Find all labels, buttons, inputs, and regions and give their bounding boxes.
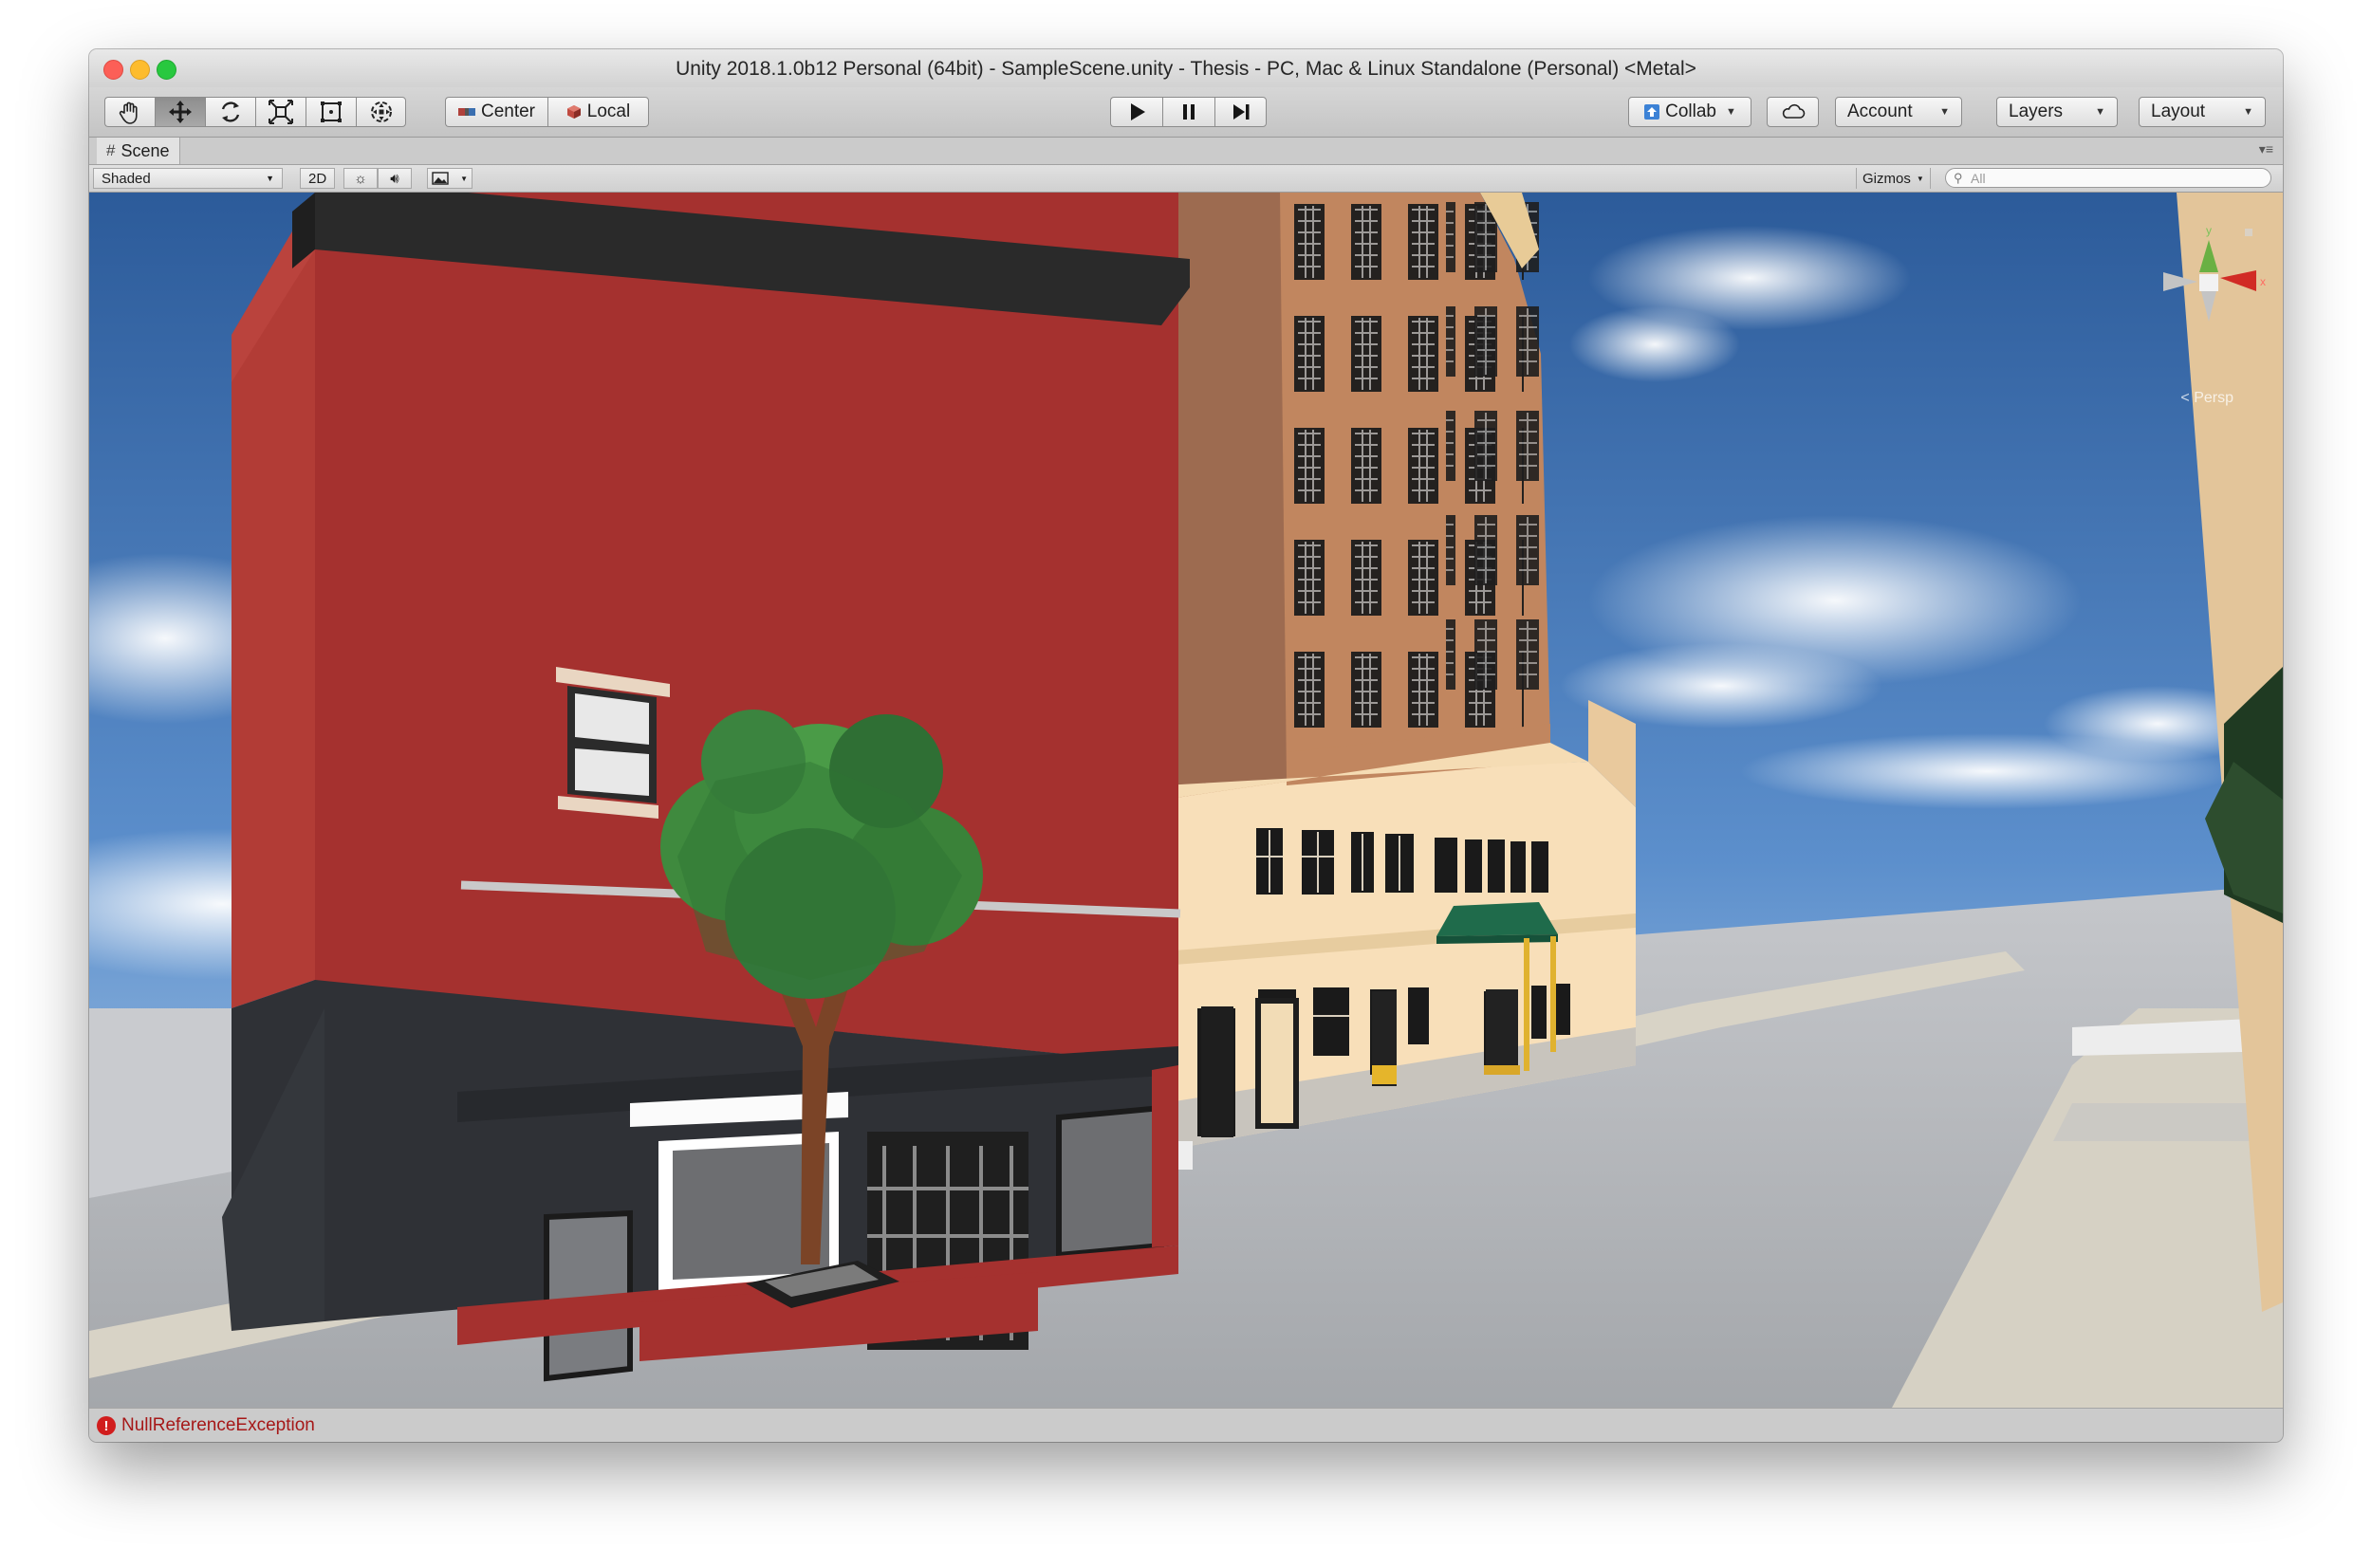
neg-y-axis-handle[interactable] (2201, 291, 2216, 322)
gizmo-lock-icon[interactable] (2245, 229, 2252, 236)
draw-mode-dropdown[interactable]: Shaded ▼ (93, 168, 283, 189)
playback-controls (1110, 97, 1267, 129)
layers-group: Layers ▼ (1996, 97, 2118, 129)
chevron-down-icon: ▼ (2095, 106, 2105, 118)
chevron-down-icon: ▼ (1939, 106, 1950, 118)
grid-hash-icon: # (106, 141, 116, 159)
hand-tool-button[interactable] (104, 97, 155, 127)
gizmo-y-label: y (2206, 224, 2212, 237)
transform-icon (370, 101, 392, 122)
scene-search-input[interactable]: ⚲ All (1945, 168, 2271, 188)
step-button[interactable] (1214, 97, 1267, 127)
scene-tab-label: Scene (120, 140, 170, 160)
tab-options-menu-icon[interactable]: ▾≡ (2259, 141, 2273, 157)
scene-tab-bar: # Scene ▾≡ (89, 138, 2283, 165)
hand-icon (119, 101, 138, 124)
window-title: Unity 2018.1.0b12 Personal (64bit) - Sam… (676, 58, 1696, 80)
toggle-2d-button[interactable]: 2D (300, 168, 336, 189)
scale-icon (269, 100, 293, 124)
move-arrows-icon (169, 101, 192, 123)
move-tool-button[interactable] (155, 97, 205, 127)
layout-label: Layout (2151, 101, 2206, 121)
gizmo-center-cube[interactable] (2199, 274, 2218, 291)
pivot-toggles: Center Local (445, 97, 649, 129)
play-icon (1131, 103, 1145, 120)
pivot-mode-button[interactable]: Center (445, 97, 547, 127)
pivot-rotation-label: Local (586, 101, 631, 121)
chevron-down-icon: ▼ (460, 174, 468, 183)
projection-text: Persp (2194, 390, 2233, 406)
scene-view-toolbar: Shaded ▼ 2D ☼ 🔊︎ ▼ Gizmos ▼ ⚲ All (89, 165, 2283, 193)
transform-tool-button[interactable] (356, 97, 406, 127)
account-dropdown[interactable]: Account ▼ (1835, 97, 1962, 127)
cloud-group (1767, 97, 1819, 129)
layers-dropdown[interactable]: Layers ▼ (1996, 97, 2118, 127)
search-placeholder: All (1971, 170, 1986, 186)
pivot-mode-label: Center (480, 101, 536, 121)
error-icon: ! (97, 1416, 116, 1435)
tab-scene[interactable]: # Scene (97, 138, 180, 164)
main-toolbar: Center Local Collab ▼ Account ▼ Layers ▼… (89, 87, 2283, 138)
scale-tool-button[interactable] (255, 97, 306, 127)
account-label: Account (1847, 101, 1913, 121)
chevron-down-icon: ▼ (1725, 106, 1736, 118)
unity-editor-window: Unity 2018.1.0b12 Personal (64bit) - Sam… (89, 49, 2283, 1442)
layout-dropdown[interactable]: Layout ▼ (2139, 97, 2266, 127)
speaker-icon: 🔊︎ (390, 170, 399, 187)
projection-label[interactable]: < Persp (2180, 390, 2233, 407)
console-error-message[interactable]: NullReferenceException (121, 1415, 315, 1436)
scene-viewport[interactable]: y x < Persp (89, 193, 2283, 1408)
layout-group: Layout ▼ (2139, 97, 2266, 129)
collab-dropdown[interactable]: Collab ▼ (1628, 97, 1751, 127)
rotate-icon (221, 101, 240, 122)
neg-x-axis-handle[interactable] (2163, 272, 2197, 291)
orientation-gizmo[interactable]: y x (2150, 200, 2273, 380)
rect-transform-icon (321, 101, 342, 122)
scene-audio-toggle[interactable]: 🔊︎ (378, 168, 412, 189)
scene-effects-dropdown[interactable]: ▼ (427, 168, 473, 189)
collab-icon (1644, 104, 1660, 120)
transform-tools (104, 97, 406, 129)
mode-2d-label: 2D (308, 170, 327, 187)
y-axis-handle[interactable] (2199, 240, 2218, 272)
scene-render (89, 193, 2283, 1408)
title-bar: Unity 2018.1.0b12 Personal (64bit) - Sam… (89, 49, 2283, 87)
chevron-down-icon: ▼ (2243, 106, 2253, 118)
account-group: Account ▼ (1835, 97, 1962, 129)
gizmos-dropdown[interactable]: Gizmos ▼ (1856, 168, 1931, 189)
cloud-icon (1782, 103, 1805, 119)
arrow-left-icon: < (2180, 390, 2190, 406)
search-icon: ⚲ (1954, 171, 1963, 185)
pivot-rotation-button[interactable]: Local (547, 97, 649, 127)
layers-label: Layers (2009, 101, 2064, 121)
chevron-down-icon: ▼ (266, 174, 274, 183)
local-cube-icon (566, 105, 581, 119)
cloud-services-button[interactable] (1767, 97, 1819, 127)
pivot-center-icon (457, 108, 475, 116)
x-axis-handle[interactable] (2220, 270, 2256, 291)
collab-label: Collab (1665, 101, 1716, 121)
gizmo-x-label: x (2260, 275, 2266, 288)
sun-icon: ☼ (354, 170, 367, 187)
status-bar[interactable]: ! NullReferenceException (89, 1408, 2283, 1442)
draw-mode-label: Shaded (102, 170, 151, 187)
rotate-tool-button[interactable] (205, 97, 255, 127)
scene-lighting-toggle[interactable]: ☼ (343, 168, 378, 189)
step-icon (1232, 104, 1249, 120)
collab-group: Collab ▼ (1628, 97, 1751, 129)
gizmos-label: Gizmos (1862, 170, 1911, 187)
rect-tool-button[interactable] (306, 97, 356, 127)
pause-button[interactable] (1162, 97, 1214, 127)
chevron-down-icon: ▼ (1916, 174, 1924, 183)
image-effects-icon (432, 172, 449, 185)
play-button[interactable] (1110, 97, 1162, 127)
pause-icon (1183, 104, 1195, 120)
